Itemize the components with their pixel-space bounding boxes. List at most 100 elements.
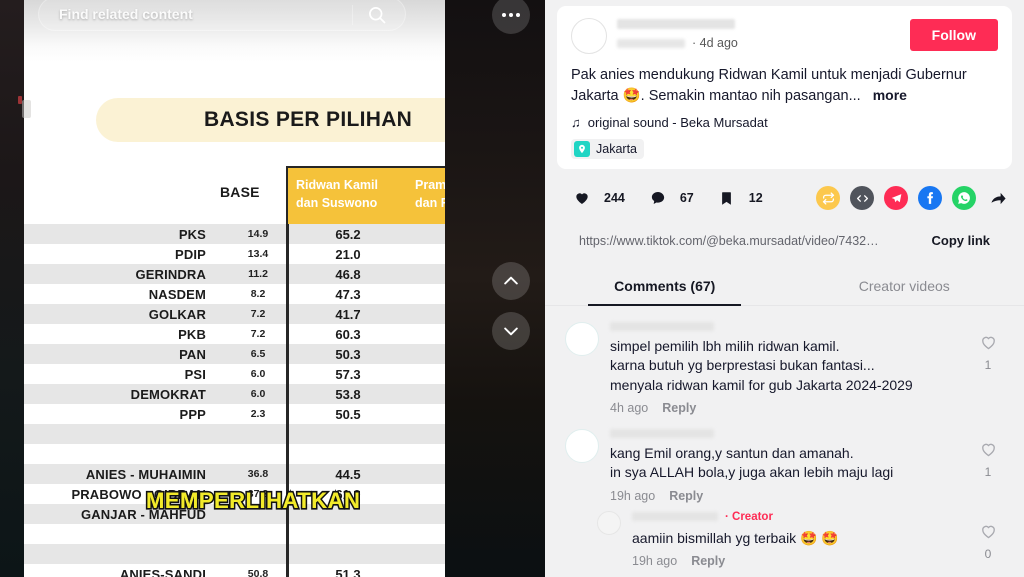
row-base-value: 13.4 xyxy=(247,248,269,260)
comment-author-redacted[interactable] xyxy=(610,429,714,439)
table-row: PDIP 13.4 21.0 xyxy=(24,244,445,264)
share-icons-row xyxy=(806,186,1010,211)
column-header-line1: Ridwan Kamil xyxy=(296,178,378,192)
comment-author-redacted[interactable] xyxy=(632,512,718,522)
row-base-value: 2.3 xyxy=(250,408,266,420)
copy-link-button[interactable]: Copy link xyxy=(931,233,990,248)
comment-body: simpel pemilih lbh milih ridwan kamil. ka… xyxy=(610,322,968,415)
comment-bubble-icon[interactable] xyxy=(642,183,673,214)
row-value-ridwan: 46.8 xyxy=(335,266,361,282)
share-link-bar[interactable]: https://www.tiktok.com/@beka.mursadat/vi… xyxy=(567,225,1002,257)
table-row: GERINDRA 11.2 46.8 xyxy=(24,264,445,284)
row-base-value: 7.2 xyxy=(250,308,266,320)
author-row: · 4d ago Follow xyxy=(571,18,998,54)
avatar[interactable] xyxy=(597,510,621,535)
author-username-redacted[interactable] xyxy=(617,19,735,29)
row-base-value: 6.5 xyxy=(250,348,266,360)
comment-text: simpel pemilih lbh milih ridwan kamil. ka… xyxy=(610,338,913,393)
table-row: PAN 6.5 50.3 xyxy=(24,344,445,364)
bookmark-action[interactable]: 12 xyxy=(711,183,763,214)
author-nickname-redacted xyxy=(617,38,685,48)
comment-author-row: · Creator xyxy=(632,511,968,523)
follow-button[interactable]: Follow xyxy=(909,19,998,51)
share-arrow-icon[interactable] xyxy=(986,186,1010,210)
previous-video-button[interactable] xyxy=(492,262,530,300)
embed-code-icon[interactable] xyxy=(850,186,874,211)
video-player-pane[interactable]: BASIS PER PILIHAN BASE Ridwan Kamil dan … xyxy=(0,0,545,577)
column-header-line2: dan Suswono xyxy=(296,196,378,211)
row-label: ANIES-SANDI xyxy=(119,566,206,577)
avatar[interactable] xyxy=(565,429,599,464)
row-value-ridwan: 65.2 xyxy=(335,226,361,242)
comment-footer: 19h ago Reply xyxy=(610,489,968,503)
repost-icon[interactable] xyxy=(816,186,840,211)
comment-author-row xyxy=(610,322,968,332)
post-detail-card: · 4d ago Follow Pak anies mendukung Ridw… xyxy=(557,6,1012,170)
bookmark-count: 12 xyxy=(748,191,763,206)
comment-item[interactable]: simpel pemilih lbh milih ridwan kamil. ka… xyxy=(545,310,1024,417)
chevron-down-icon xyxy=(504,327,518,336)
row-base-value: 50.8 xyxy=(247,568,269,577)
comment-reply-button[interactable]: Reply xyxy=(669,489,703,503)
table-row: ANIES - MUHAIMIN 36.8 44.5 xyxy=(24,464,445,484)
ellipsis-icon xyxy=(516,13,521,17)
avatar[interactable] xyxy=(571,18,607,54)
post-description: Pak anies mendukung Ridwan Kamil untuk m… xyxy=(571,67,967,104)
avatar[interactable] xyxy=(565,322,599,357)
row-value-ridwan: 60.3 xyxy=(335,326,361,342)
heart-outline-icon xyxy=(981,336,995,350)
tiktok-video-page: BASIS PER PILIHAN BASE Ridwan Kamil dan … xyxy=(0,0,1024,577)
row-value-ridwan: 41.7 xyxy=(335,306,361,322)
table-row: NASDEM 8.2 47.3 xyxy=(24,284,445,304)
video-url: https://www.tiktok.com/@beka.mursadat/vi… xyxy=(579,233,879,248)
find-related-content-search[interactable]: Find related content xyxy=(38,0,406,31)
row-label: PSI xyxy=(184,366,206,382)
comment-reply-item[interactable]: · Creator aamiin bismillah yg terbaik 🤩 🤩… xyxy=(545,505,1024,570)
comment-reply-button[interactable]: Reply xyxy=(691,554,725,568)
slide-title: BASIS PER PILIHAN xyxy=(204,108,413,131)
comment-footer: 19h ago Reply xyxy=(632,554,968,568)
row-value-ridwan: 50.3 xyxy=(335,346,361,362)
row-label: PPP xyxy=(179,406,206,422)
base-column-label: BASE xyxy=(220,184,260,200)
table-spacer-row xyxy=(24,544,445,564)
comment-action[interactable]: 67 xyxy=(642,183,694,214)
table-spacer-row xyxy=(24,524,445,544)
row-label: PKB xyxy=(178,326,206,342)
column-ridwan-kamil: Ridwan Kamil dan Suswono xyxy=(288,168,407,224)
row-base-value: 36.8 xyxy=(247,468,269,480)
row-label: GERINDRA xyxy=(135,266,206,282)
comment-text: kang Emil orang,y santun dan amanah. in s… xyxy=(610,445,894,481)
tab-comments[interactable]: Comments (67) xyxy=(545,268,785,307)
comment-like-action[interactable]: 1 xyxy=(968,429,1008,503)
bookmark-icon[interactable] xyxy=(711,183,742,214)
comment-body: kang Emil orang,y santun dan amanah. in s… xyxy=(610,429,968,503)
comment-like-action[interactable]: 1 xyxy=(968,322,1008,415)
location-label: Jakarta xyxy=(596,142,637,157)
description-more-button[interactable]: more xyxy=(873,87,907,103)
facebook-icon[interactable] xyxy=(918,186,942,211)
comment-author-redacted[interactable] xyxy=(610,322,714,332)
row-value-ridwan: 51.3 xyxy=(335,566,361,577)
tab-creator-videos[interactable]: Creator videos xyxy=(785,268,1024,305)
music-row[interactable]: ♫ original sound - Beka Mursadat xyxy=(571,115,998,130)
telegram-icon[interactable] xyxy=(884,186,908,211)
comments-list[interactable]: simpel pemilih lbh milih ridwan kamil. ka… xyxy=(545,306,1024,577)
like-action[interactable]: 244 xyxy=(567,183,625,214)
location-chip[interactable]: Jakarta xyxy=(571,139,644,160)
comment-item[interactable]: kang Emil orang,y santun dan amanah. in s… xyxy=(545,417,1024,505)
table-header: BASE Ridwan Kamil dan Suswono Pram dan R xyxy=(24,166,445,224)
whatsapp-icon[interactable] xyxy=(952,186,976,211)
author-meta: · 4d ago xyxy=(617,18,910,50)
row-value-ridwan: 44.5 xyxy=(335,466,361,482)
search-icon[interactable] xyxy=(367,5,387,25)
comment-reply-button[interactable]: Reply xyxy=(662,401,696,415)
comment-footer: 4h ago Reply xyxy=(610,401,968,415)
creator-badge: · Creator xyxy=(725,510,773,523)
comment-text: aamiin bismillah yg terbaik 🤩 🤩 xyxy=(632,529,839,546)
heart-outline-icon xyxy=(981,443,995,457)
next-video-button[interactable] xyxy=(492,312,530,350)
heart-icon[interactable] xyxy=(567,183,597,214)
comment-like-action[interactable]: 0 xyxy=(968,511,1008,568)
location-pin-icon xyxy=(574,141,590,158)
